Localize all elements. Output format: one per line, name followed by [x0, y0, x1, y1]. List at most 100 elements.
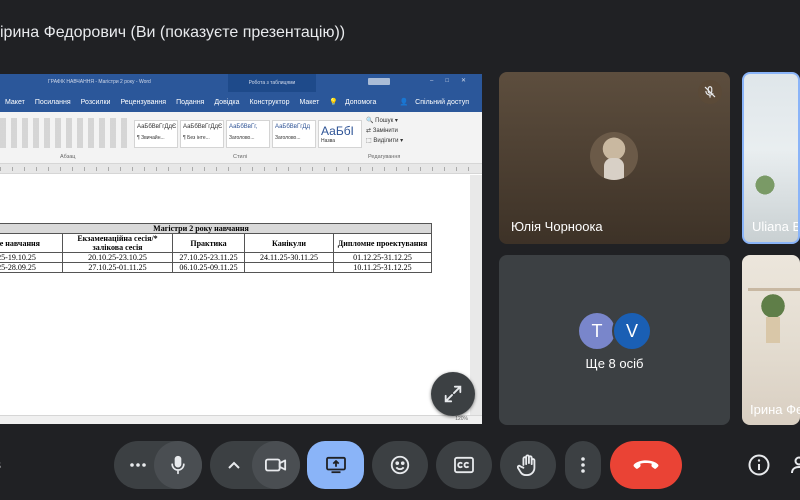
- participant-tile-yulia[interactable]: Юлія Чорноока: [499, 72, 730, 244]
- word-page: Магістри 2 року навчання ше навчання Екз…: [0, 175, 470, 415]
- chevron-up-icon: [228, 461, 240, 469]
- meeting-details-text: s: [0, 456, 1, 472]
- word-tab: Посилання: [34, 98, 71, 106]
- more-options-button[interactable]: [565, 441, 601, 489]
- word-group-styles: Стилі: [233, 154, 247, 160]
- word-share-label: Спільний доступ: [415, 99, 469, 106]
- participant-name: Uliana Bo: [752, 219, 798, 234]
- table-cell: 01.12.25-31.12.25: [333, 252, 432, 263]
- schedule-table: Магістри 2 року навчання ше навчання Екз…: [0, 223, 432, 273]
- microphone-button[interactable]: [154, 441, 202, 489]
- word-group-editing: Редагування: [368, 154, 401, 160]
- more-horizontal-icon: [130, 463, 146, 467]
- word-title-bar: ГРАФІК НАВЧАННЯ - Магістри 2 року - Word…: [0, 74, 482, 92]
- present-screen-icon: [325, 456, 346, 474]
- expand-icon: [444, 385, 462, 403]
- table-cell: 27.10.25-01.11.25: [62, 262, 173, 273]
- word-style-item: АаБбВвГгДдЄ ¶ Без інте...: [180, 120, 224, 148]
- reactions-button[interactable]: [372, 441, 428, 489]
- avatar: T: [577, 311, 617, 351]
- avatar: V: [612, 311, 652, 351]
- word-tab: Розсилки: [80, 98, 111, 106]
- word-format-tools: [0, 118, 128, 148]
- raise-hand-button[interactable]: [500, 441, 556, 489]
- camera-control-group: [210, 441, 300, 489]
- call-controls: s: [0, 436, 800, 500]
- word-group-paragraph: Абзац: [60, 154, 76, 160]
- expand-screen-button[interactable]: [431, 372, 475, 416]
- audio-options-button[interactable]: [126, 453, 150, 477]
- present-screen-button[interactable]: [307, 441, 364, 489]
- table-header-cell: Дипломне проектування: [333, 233, 432, 253]
- presenter-title: ірина Федорович (Ви (показуєте презентац…: [0, 24, 346, 41]
- table-row: 25-28.09.25 27.10.25-01.11.25 06.10.25-0…: [0, 262, 432, 273]
- hang-up-icon: [633, 460, 659, 469]
- background-shelf: [748, 269, 800, 291]
- mic-control-group: [114, 441, 202, 489]
- shared-screen[interactable]: ГРАФІК НАВЧАННЯ - Магістри 2 року - Word…: [0, 74, 482, 424]
- table-header-cell: Канікули: [244, 233, 334, 253]
- leave-call-button[interactable]: [610, 441, 682, 489]
- word-tab: Макет: [299, 98, 320, 106]
- word-ribbon: АаБбВвГгДдЄ ¶ Звичайн... АаБбВвГгДдЄ ¶ Без…: [0, 112, 482, 164]
- background-pot: [766, 317, 780, 343]
- word-style-item: АаБбВвГг, Заголово...: [226, 120, 270, 148]
- captions-icon: [454, 456, 474, 474]
- camera-button[interactable]: [252, 441, 300, 489]
- video-options-button[interactable]: [222, 453, 246, 477]
- word-tab: Конструктор: [249, 98, 290, 106]
- table-cell: 20.10.25-23.10.25: [62, 252, 173, 263]
- participant-tile-iryna[interactable]: Ірина Фе: [742, 255, 800, 425]
- meeting-details-button[interactable]: [747, 453, 771, 477]
- people-button[interactable]: [790, 453, 800, 477]
- captions-button[interactable]: [436, 441, 492, 489]
- word-tell-me-label: Допомога: [344, 99, 377, 106]
- word-scrollbar: [470, 175, 482, 415]
- word-editing-group: 🔍 Пошук ▾ ⇄ Замінити ⬚ Виділити ▾: [366, 116, 403, 146]
- more-participants-tile[interactable]: T V Ще 8 осіб: [499, 255, 730, 425]
- word-style-item: АаБбВвГгДдЄ ¶ Звичайн...: [134, 120, 178, 148]
- participant-name: Ірина Фе: [750, 402, 800, 417]
- word-tab: Подання: [176, 98, 205, 106]
- word-find: 🔍 Пошук ▾: [366, 118, 398, 124]
- word-ruler: [0, 164, 482, 174]
- table-header-cell: Екзаменаційна сесія/* залікова сесія: [62, 233, 173, 253]
- table-cell: 25-19.10.25: [0, 252, 63, 263]
- word-zoom: 120%: [455, 416, 468, 422]
- more-participants-label: Ще 8 осіб: [585, 356, 644, 371]
- avatar: [590, 132, 638, 180]
- word-tab: Довідка: [214, 98, 240, 106]
- word-replace: ⇄ Замінити: [366, 128, 398, 134]
- word-tab: Макет: [5, 98, 25, 106]
- participant-name: Юлія Чорноока: [511, 219, 603, 234]
- word-share: 👤 Спільний доступ: [395, 98, 483, 106]
- info-icon: [748, 454, 770, 476]
- table-caption: Магістри 2 року навчання: [0, 223, 432, 234]
- mic-off-icon: [704, 86, 716, 98]
- word-style-item: АаБбІ Назва: [318, 120, 362, 148]
- table-row: 25-19.10.25 20.10.25-23.10.25 27.10.25-2…: [0, 252, 432, 263]
- meeting-header: ірина Федорович (Ви (показуєте презентац…: [0, 0, 800, 68]
- word-window-controls: –□✕: [430, 78, 478, 84]
- table-cell: 27.10.25-23.11.25: [172, 252, 245, 263]
- background-plant: [752, 174, 778, 196]
- participant-tile-uliana[interactable]: Uliana Bo: [742, 72, 800, 244]
- muted-badge: [698, 80, 722, 104]
- table-cell: 10.11.25-31.12.25: [333, 262, 432, 273]
- word-style-item: АаБбВвГгДд Заголово...: [272, 120, 316, 148]
- word-tab: Рецензування: [120, 98, 167, 106]
- word-tell-me: 💡 Допомога: [324, 98, 386, 106]
- table-cell: 06.10.25-09.11.25: [172, 262, 245, 273]
- word-document-title: ГРАФІК НАВЧАННЯ - Магістри 2 року - Word: [48, 79, 151, 85]
- emoji-icon: [390, 455, 410, 475]
- table-header-cell: Практика: [172, 233, 245, 253]
- people-icon: [791, 456, 800, 474]
- word-signin-button: [368, 78, 390, 85]
- word-ribbon-tabs: Макет Посилання Розсилки Рецензування По…: [0, 92, 482, 112]
- word-status-bar: 120%: [0, 415, 482, 424]
- word-select: ⬚ Виділити ▾: [366, 138, 404, 144]
- camera-icon: [265, 458, 287, 472]
- table-cell: 25-28.09.25: [0, 262, 63, 273]
- table-cell: [244, 262, 334, 273]
- more-vertical-icon: [581, 457, 585, 473]
